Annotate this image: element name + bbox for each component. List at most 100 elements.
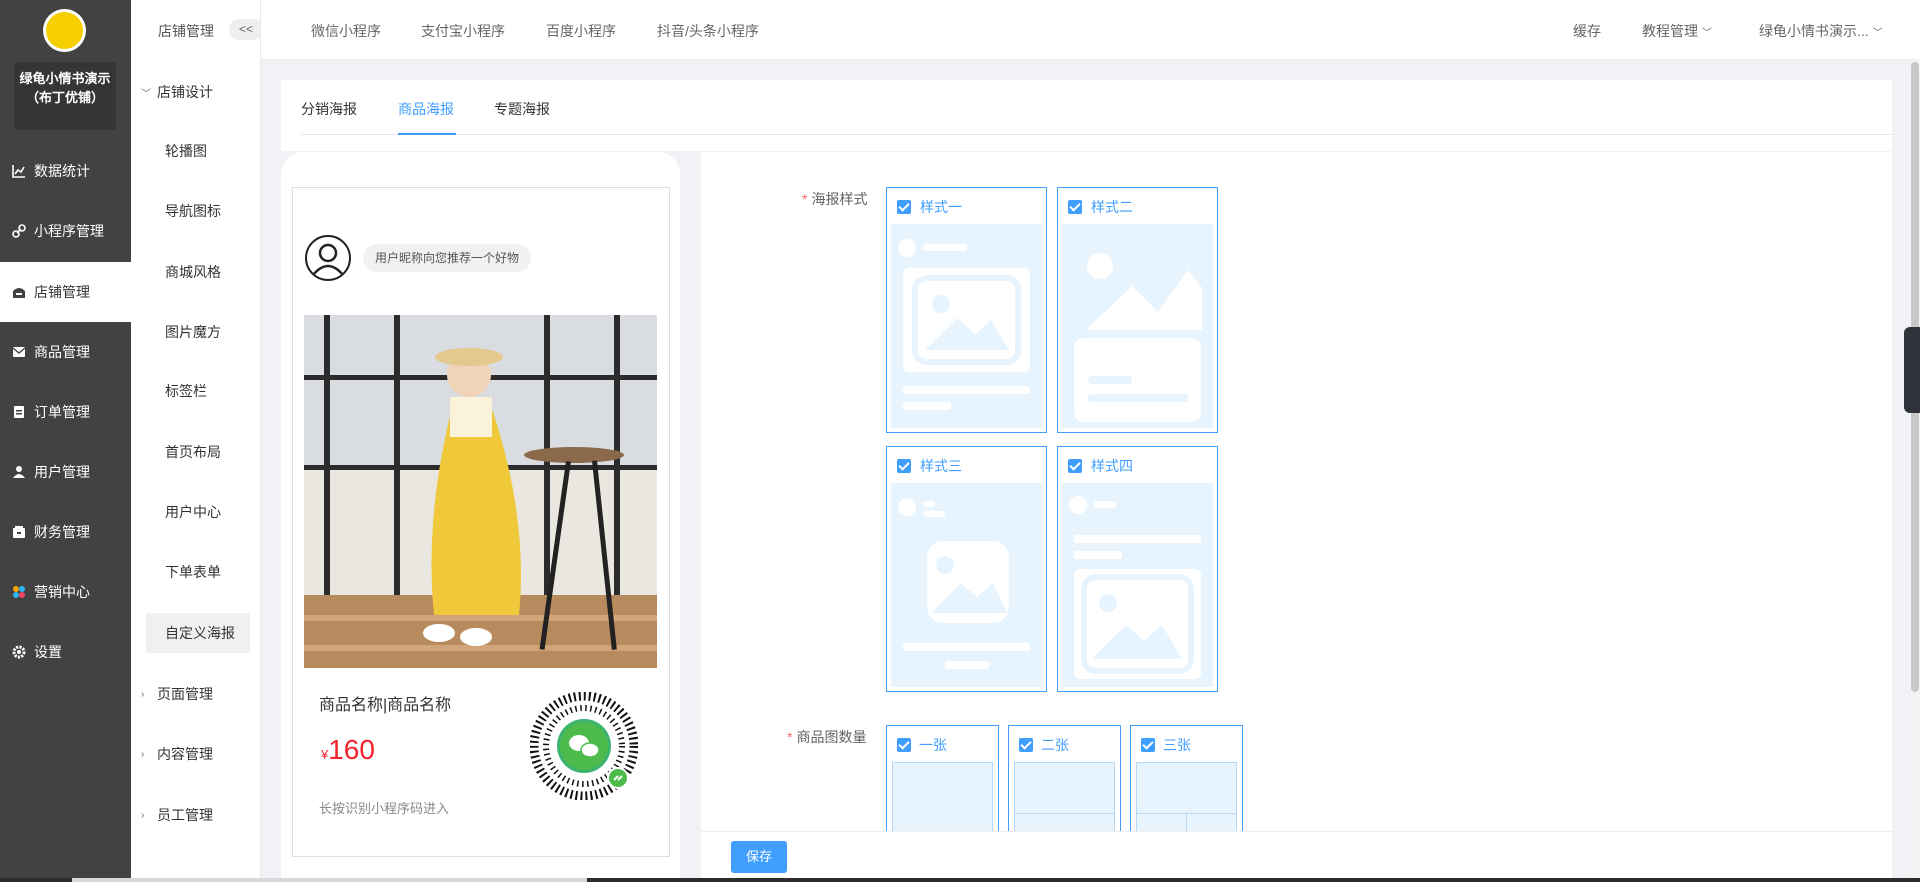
style-label: 样式二 (1091, 199, 1133, 215)
image-count-card-2[interactable]: 二张 (1008, 725, 1121, 831)
tabs-divider (301, 134, 1892, 135)
group-store-design[interactable]: ﹀ 店铺设计 (141, 82, 213, 102)
nav-label: 设置 (34, 644, 62, 660)
style-checkbox-2[interactable]: 样式二 (1068, 197, 1133, 217)
clipboard-icon (12, 405, 26, 419)
poster-style-card-1[interactable]: 样式一 (886, 187, 1047, 433)
tab-goods-poster[interactable]: 商品海报 (398, 99, 454, 119)
top-tab-baidu[interactable]: 百度小程序 (546, 21, 616, 41)
image-count-label-text: 商品图数量 (796, 729, 867, 745)
sub-item-mall-style[interactable]: 商城风格 (146, 252, 250, 292)
required-mark: * (802, 191, 808, 207)
count-checkbox-1[interactable]: 一张 (897, 735, 947, 755)
content-area: 分销海报 商品海报 专题海报 用户昵称向您推荐一个好物 商品名称|商品名称 ¥1… (281, 80, 1892, 882)
save-bar: 保存 (701, 831, 1892, 882)
sub-item-tabbar[interactable]: 标签栏 (146, 371, 250, 411)
poster-style-card-2[interactable]: 样式二 (1057, 187, 1218, 433)
shop-logo (43, 9, 86, 52)
nav-item-miniprogram[interactable]: 小程序管理 (0, 201, 131, 261)
nav-label: 营销中心 (34, 584, 90, 600)
sub-item-order-form[interactable]: 下单表单 (146, 552, 250, 592)
sub-item-user-center[interactable]: 用户中心 (146, 492, 250, 532)
style-label: 样式一 (920, 199, 962, 215)
tutorial-menu[interactable]: 教程管理 ﹀ (1642, 21, 1712, 41)
mini-program-code-icon (529, 691, 639, 801)
nav-label: 数据统计 (34, 163, 90, 179)
active-tab-indicator (398, 133, 456, 135)
nav-label: 商品管理 (34, 344, 90, 360)
side-tool-widget[interactable] (1904, 327, 1920, 413)
store-icon (12, 285, 26, 299)
count-checkbox-2[interactable]: 二张 (1019, 735, 1069, 755)
nav-item-orders[interactable]: 订单管理 (0, 382, 131, 442)
count-thumbnail-3 (1136, 762, 1237, 831)
poster-preview-phone: 用户昵称向您推荐一个好物 商品名称|商品名称 ¥160 长按识别小程序码进入 (281, 152, 680, 882)
sub-item-nav-icons[interactable]: 导航图标 (146, 191, 250, 231)
style-label: 样式三 (920, 458, 962, 474)
sub-sidebar: 店铺管理 << ﹀ 店铺设计 轮播图 导航图标 商城风格 图片魔方 标签栏 首页… (131, 0, 263, 882)
checkbox-checked-icon (897, 738, 911, 752)
top-tab-alipay[interactable]: 支付宝小程序 (421, 21, 505, 41)
nav-item-store[interactable]: 店铺管理 (0, 262, 131, 322)
count-checkbox-3[interactable]: 三张 (1141, 735, 1191, 755)
page-scrollbar[interactable] (1910, 60, 1920, 882)
style-checkbox-1[interactable]: 样式一 (897, 197, 962, 217)
nav-label: 店铺管理 (34, 284, 90, 300)
nav-item-finance[interactable]: 财务管理 (0, 502, 131, 562)
gear-icon (12, 645, 26, 659)
nav-item-settings[interactable]: 设置 (0, 622, 131, 682)
nav-item-goods[interactable]: 商品管理 (0, 322, 131, 382)
collapse-sidebar-button[interactable]: << (229, 19, 263, 40)
sub-item-custom-poster[interactable]: 自定义海报 (146, 613, 250, 653)
chevron-right-icon: › (141, 809, 145, 821)
group-staff[interactable]: › 员工管理 (141, 805, 213, 825)
product-photo (304, 315, 657, 668)
sub-item-image-cube[interactable]: 图片魔方 (146, 312, 250, 352)
chevron-right-icon: › (141, 748, 145, 760)
group-content[interactable]: › 内容管理 (141, 744, 213, 764)
group-label: 店铺设计 (157, 84, 213, 100)
sub-item-home-layout[interactable]: 首页布局 (146, 432, 250, 472)
checkbox-checked-icon (1141, 738, 1155, 752)
envelope-icon (12, 345, 26, 359)
chart-line-icon (12, 164, 26, 178)
group-label: 页面管理 (157, 686, 213, 702)
tab-topic-poster[interactable]: 专题海报 (494, 99, 550, 119)
account-label: 绿龟小情书演示... (1759, 23, 1869, 39)
poster-style-label: * 海报样式 (802, 189, 867, 209)
account-menu[interactable]: 绿龟小情书演示... ﹀ (1759, 21, 1883, 41)
style-checkbox-4[interactable]: 样式四 (1068, 456, 1133, 476)
top-tab-wechat[interactable]: 微信小程序 (311, 21, 381, 41)
sub-item-banner[interactable]: 轮播图 (146, 131, 250, 171)
save-button[interactable]: 保存 (731, 841, 787, 873)
scan-tip: 长按识别小程序码进入 (319, 801, 450, 816)
nav-item-users[interactable]: 用户管理 (0, 442, 131, 502)
chevron-down-icon: ﹀ (1872, 28, 1883, 39)
goods-name: 商品名称|商品名称 (319, 697, 452, 714)
count-label: 二张 (1041, 737, 1069, 753)
shop-name[interactable]: 绿龟小情书演示（布丁优铺） (14, 62, 116, 130)
poster-style-card-4[interactable]: 样式四 (1057, 446, 1218, 692)
tab-distribution-poster[interactable]: 分销海报 (301, 99, 357, 119)
nav-label: 财务管理 (34, 524, 90, 540)
chevron-down-icon: ﹀ (1701, 28, 1712, 39)
top-tab-douyin[interactable]: 抖音/头条小程序 (657, 21, 759, 41)
count-label: 三张 (1163, 737, 1191, 753)
poster-style-card-3[interactable]: 样式三 (886, 446, 1047, 692)
checkbox-checked-icon (1068, 459, 1082, 473)
recommend-text: 用户昵称向您推荐一个好物 (363, 244, 532, 272)
poster-style-label-text: 海报样式 (811, 191, 868, 207)
wallet-icon (12, 525, 26, 539)
puzzle-icon (12, 585, 26, 599)
goods-price: ¥160 (321, 734, 375, 766)
image-count-card-1[interactable]: 一张 (886, 725, 999, 831)
count-label: 一张 (919, 737, 947, 753)
required-mark: * (787, 729, 793, 745)
nav-item-stats[interactable]: 数据统计 (0, 141, 131, 201)
group-pages[interactable]: › 页面管理 (141, 684, 213, 704)
style-checkbox-3[interactable]: 样式三 (897, 456, 962, 476)
image-count-card-3[interactable]: 三张 (1130, 725, 1243, 831)
cache-link[interactable]: 缓存 (1573, 21, 1601, 41)
poster-preview: 用户昵称向您推荐一个好物 商品名称|商品名称 ¥160 长按识别小程序码进入 (292, 187, 670, 857)
nav-item-marketing[interactable]: 营销中心 (0, 562, 131, 622)
